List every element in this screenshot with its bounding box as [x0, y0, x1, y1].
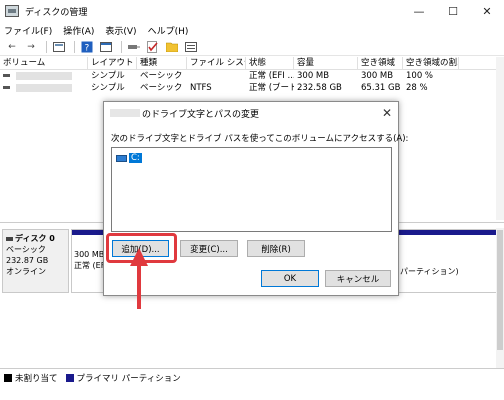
- toolbar-separator: [74, 40, 75, 53]
- column-header-filesystem[interactable]: ファイル システム: [187, 57, 246, 70]
- disk-state: オンライン: [6, 267, 46, 276]
- console-icon[interactable]: [98, 40, 114, 54]
- free-cell: 65.31 GB: [361, 83, 401, 93]
- toolbar-separator: [121, 40, 122, 53]
- disk-icon: [6, 236, 13, 241]
- check-icon[interactable]: [145, 40, 161, 54]
- drive-icon: [116, 154, 127, 162]
- volume-table-header: ボリューム レイアウト 種類 ファイル システム 状態 容量 空き領域 空き領域…: [0, 57, 504, 70]
- unallocated-legend-swatch: [4, 373, 12, 382]
- primary-legend-swatch: [65, 373, 74, 382]
- dialog-title-bar: のドライブ文字とパスの変更: [104, 102, 398, 124]
- disk-0-label[interactable]: ディスク 0 ベーシック 232.87 GB オンライン: [2, 229, 69, 293]
- status-cell: 正常 (ブート...: [249, 83, 294, 93]
- column-header-layout[interactable]: レイアウト: [88, 57, 137, 70]
- menu-bar: ファイル(F) 操作(A) 表示(V) ヘルプ(H): [0, 22, 504, 38]
- disk-name: ディスク 0: [15, 234, 55, 243]
- volume-cell: [0, 82, 88, 94]
- volume-table-scrollbar[interactable]: [496, 57, 504, 220]
- volume-icon: [3, 74, 10, 77]
- disk-view-scrollbar[interactable]: [496, 228, 504, 368]
- ok-button[interactable]: OK: [261, 270, 319, 287]
- disk-type: ベーシック: [6, 245, 46, 254]
- drive-path-list[interactable]: C:: [111, 147, 392, 232]
- disk-list-icon[interactable]: [183, 40, 199, 54]
- redacted-volume-name: [16, 71, 72, 80]
- close-button[interactable]: ✕: [470, 0, 504, 22]
- annotation-arrow-shaft: [137, 264, 141, 309]
- volume-icon: [3, 86, 10, 89]
- menu-view[interactable]: 表示(V): [105, 24, 136, 37]
- capacity-cell: 232.58 GB: [297, 83, 342, 93]
- menu-action[interactable]: 操作(A): [63, 24, 94, 37]
- layout-cell: シンプル: [91, 71, 125, 81]
- toolbar: ← → ?: [0, 38, 504, 56]
- menu-file[interactable]: ファイル(F): [4, 24, 52, 37]
- back-icon[interactable]: ←: [4, 40, 20, 54]
- legend: 未割り当て プライマリ パーティション: [0, 368, 504, 386]
- remove-button[interactable]: 削除(R): [247, 240, 305, 257]
- redacted-volume-name: [110, 109, 140, 117]
- primary-partition-label: パーティション): [400, 267, 459, 276]
- change-button[interactable]: 変更(C)...: [180, 240, 238, 257]
- redacted-volume-name: [16, 83, 72, 92]
- unallocated-legend-label: 未割り当て: [15, 373, 58, 384]
- type-cell: ベーシック: [140, 83, 183, 93]
- title-bar: ディスクの管理 — ☐ ✕: [0, 0, 504, 22]
- filesystem-cell: [187, 70, 246, 82]
- table-row[interactable]: シンプル ベーシック 正常 (EFI ... 300 MB 300 MB 100…: [0, 70, 504, 82]
- disk-size: 232.87 GB: [6, 256, 49, 265]
- cancel-button[interactable]: キャンセル: [325, 270, 391, 287]
- table-row[interactable]: シンプル ベーシック NTFS 正常 (ブート... 232.58 GB 65.…: [0, 82, 504, 94]
- status-cell: 正常 (EFI ...: [249, 71, 294, 81]
- window-controls: — ☐ ✕: [402, 0, 504, 22]
- window-title: ディスクの管理: [25, 7, 88, 18]
- layout-cell: シンプル: [91, 83, 125, 93]
- type-cell: ベーシック: [140, 71, 183, 81]
- drive-letter-label: C:: [129, 153, 142, 163]
- scrollbar-thumb[interactable]: [497, 230, 503, 350]
- capacity-cell: 300 MB: [297, 71, 330, 81]
- maximize-button[interactable]: ☐: [436, 0, 470, 22]
- minimize-button[interactable]: —: [402, 0, 436, 22]
- properties-icon[interactable]: [126, 40, 142, 54]
- svg-text:?: ?: [85, 43, 90, 53]
- change-drive-letter-dialog: のドライブ文字とパスの変更 ✕ 次のドライブ文字とドライブ パスを使ってこのボリ…: [103, 101, 408, 296]
- help-icon[interactable]: ?: [79, 40, 95, 54]
- disk-management-app-icon: [5, 5, 19, 17]
- dialog-title: のドライブ文字とパスの変更: [142, 109, 260, 120]
- free-percent-cell: 100 %: [406, 71, 434, 81]
- primary-legend-label: プライマリ パーティション: [76, 373, 181, 384]
- list-item[interactable]: C:: [116, 153, 142, 163]
- column-header-type[interactable]: 種類: [137, 57, 187, 70]
- toolbar-separator: [46, 40, 47, 53]
- forward-icon[interactable]: →: [23, 40, 39, 54]
- view-icon[interactable]: [51, 40, 67, 54]
- column-header-volume[interactable]: ボリューム: [0, 57, 88, 70]
- free-cell: 300 MB: [361, 71, 394, 81]
- menu-help[interactable]: ヘルプ(H): [148, 24, 189, 37]
- column-header-free-percent[interactable]: 空き領域の割...: [403, 57, 459, 70]
- folder-icon[interactable]: [164, 40, 180, 54]
- filesystem-cell: NTFS: [190, 83, 212, 93]
- free-percent-cell: 28 %: [406, 83, 428, 93]
- volume-table: ボリューム レイアウト 種類 ファイル システム 状態 容量 空き領域 空き領域…: [0, 57, 504, 94]
- dialog-description: 次のドライブ文字とドライブ パスを使ってこのボリュームにアクセスする(A):: [111, 134, 409, 144]
- dialog-close-icon[interactable]: ✕: [382, 106, 392, 120]
- volume-cell: [0, 70, 88, 82]
- column-header-capacity[interactable]: 容量: [294, 57, 358, 70]
- column-header-status[interactable]: 状態: [246, 57, 294, 70]
- column-header-free[interactable]: 空き領域: [358, 57, 403, 70]
